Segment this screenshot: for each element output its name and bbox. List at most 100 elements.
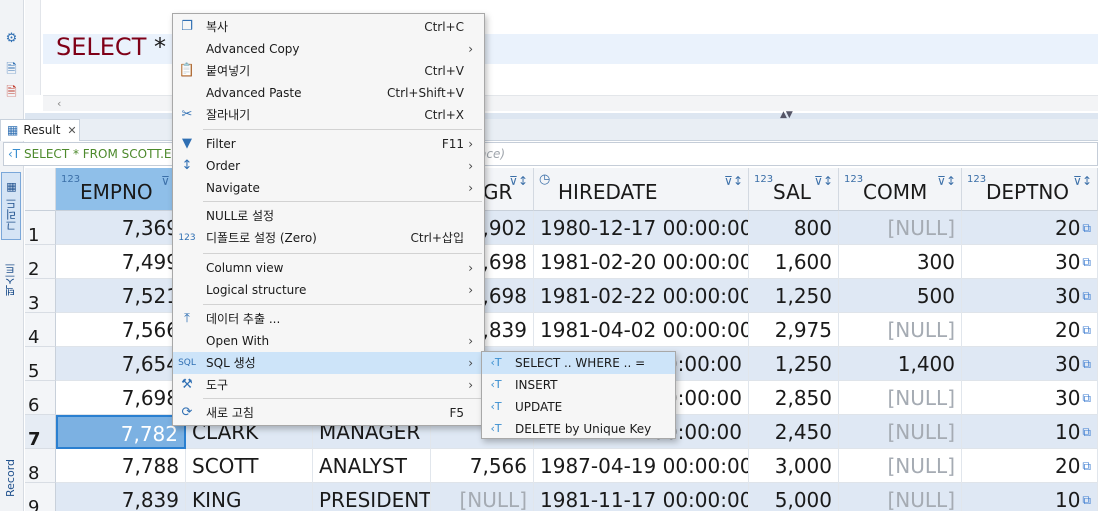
cell-sal[interactable]: 1,250 bbox=[749, 347, 839, 381]
cell-empno[interactable]: 7,654 bbox=[56, 347, 186, 381]
cell-empno[interactable]: 7,698 bbox=[56, 381, 186, 415]
table-row[interactable]: 7,839 KING PRESIDENT [NULL] 1981-11-17 00:00… bbox=[56, 483, 1098, 511]
menu-item[interactable]: ▼ Filter F11 › bbox=[173, 133, 484, 155]
cell-sal[interactable]: 2,450 bbox=[749, 415, 839, 449]
row-number[interactable]: 3 bbox=[25, 279, 56, 313]
cell-deptno[interactable]: 20 ⧉ bbox=[962, 211, 1098, 245]
row-number[interactable]: 7 bbox=[25, 415, 56, 449]
foreign-key-link-icon[interactable]: ⧉ bbox=[1082, 493, 1091, 507]
row-number[interactable]: 2 bbox=[25, 245, 56, 279]
cell-sal[interactable]: 800 bbox=[749, 211, 839, 245]
cell-deptno[interactable]: 30 ⧉ bbox=[962, 347, 1098, 381]
script-icon[interactable]: 🗎 bbox=[3, 61, 20, 78]
filter-input[interactable]: ‹T SELECT * FROM SCOTT.EM ace) bbox=[3, 142, 1098, 166]
gear-icon[interactable]: ⚙ bbox=[3, 30, 20, 47]
cell-job[interactable]: ANALYST bbox=[313, 449, 431, 483]
foreign-key-link-icon[interactable]: ⧉ bbox=[1082, 357, 1091, 371]
cell-mgr[interactable]: [NULL] bbox=[431, 483, 534, 511]
cell-empno[interactable]: 7,499 bbox=[56, 245, 186, 279]
foreign-key-link-icon[interactable]: ⧉ bbox=[1082, 459, 1091, 473]
foreign-key-link-icon[interactable]: ⧉ bbox=[1082, 391, 1091, 405]
menu-item[interactable]: ✂ 잘라내기 Ctrl+X bbox=[173, 104, 484, 126]
foreign-key-link-icon[interactable]: ⧉ bbox=[1082, 255, 1091, 269]
menu-item[interactable]: 123 디폴트로 설정 (Zero) Ctrl+삽입 bbox=[173, 227, 484, 249]
cell-sal[interactable]: 3,000 bbox=[749, 449, 839, 483]
sort-filter-icon[interactable]: ⊽↕ bbox=[724, 174, 743, 188]
menu-item[interactable]: Logical structure › bbox=[173, 279, 484, 301]
menu-item[interactable]: ⤒ 데이터 추출 ... bbox=[173, 308, 484, 330]
column-header-hiredate[interactable]: ◷ HIREDATE ⊽↕ bbox=[534, 168, 749, 211]
menu-item[interactable]: NULL로 설정 bbox=[173, 205, 484, 227]
cell-ename[interactable]: SCOTT bbox=[186, 449, 313, 483]
menu-item[interactable]: Column view › bbox=[173, 257, 484, 279]
sort-filter-icon[interactable]: ⊽↕ bbox=[937, 174, 956, 188]
cell-empno[interactable]: 7,788 bbox=[56, 449, 186, 483]
cell-empno[interactable]: 7,521 bbox=[56, 279, 186, 313]
cell-comm[interactable]: [NULL] bbox=[839, 415, 962, 449]
cell-hiredate[interactable]: 1987-04-19 00:00:00 bbox=[534, 449, 749, 483]
cell-deptno[interactable]: 30 ⧉ bbox=[962, 245, 1098, 279]
cell-mgr[interactable]: 7,566 bbox=[431, 449, 534, 483]
foreign-key-link-icon[interactable]: ⧉ bbox=[1082, 289, 1091, 303]
tab-record[interactable]: Record bbox=[1, 448, 21, 508]
menu-item[interactable]: Advanced Copy › bbox=[173, 38, 484, 60]
menu-item[interactable]: ❐ 복사 Ctrl+C bbox=[173, 16, 484, 38]
cell-sal[interactable]: 1,250 bbox=[749, 279, 839, 313]
row-number[interactable]: 4 bbox=[25, 313, 56, 347]
cell-deptno[interactable]: 20 ⧉ bbox=[962, 449, 1098, 483]
tab-result[interactable]: ▦ Result ✕ bbox=[0, 119, 80, 141]
tab-text[interactable]: 텍스트 bbox=[1, 250, 21, 310]
cell-empno[interactable]: 7,369 bbox=[56, 211, 186, 245]
menu-item[interactable]: Advanced Paste Ctrl+Shift+V bbox=[173, 82, 484, 104]
menu-item[interactable]: SQL SQL 생성 › bbox=[173, 352, 484, 374]
foreign-key-link-icon[interactable]: ⧉ bbox=[1082, 425, 1091, 439]
cell-comm[interactable]: 1,400 bbox=[839, 347, 962, 381]
cell-empno[interactable]: 7,839 bbox=[56, 483, 186, 511]
cell-hiredate[interactable]: 1981-02-20 00:00:00 bbox=[534, 245, 749, 279]
submenu-item[interactable]: ‹T DELETE by Unique Key bbox=[482, 418, 675, 440]
column-header-empno[interactable]: 123 EMPNO ⊽↕ bbox=[56, 168, 186, 211]
cell-comm[interactable]: 300 bbox=[839, 245, 962, 279]
row-number[interactable]: 8 bbox=[25, 449, 56, 483]
close-icon[interactable]: ✕ bbox=[67, 124, 76, 137]
sort-filter-icon[interactable]: ⊽↕ bbox=[1073, 174, 1092, 188]
cell-deptno[interactable]: 20 ⧉ bbox=[962, 313, 1098, 347]
submenu-item[interactable]: ‹T UPDATE bbox=[482, 396, 675, 418]
cell-comm[interactable]: [NULL] bbox=[839, 211, 962, 245]
cell-deptno[interactable]: 30 ⧉ bbox=[962, 279, 1098, 313]
column-header-deptno[interactable]: 123 DEPTNO ⊽↕ bbox=[962, 168, 1098, 211]
cell-sal[interactable]: 2,975 bbox=[749, 313, 839, 347]
cell-hiredate[interactable]: 1980-12-17 00:00:00 bbox=[534, 211, 749, 245]
sort-filter-icon[interactable]: ⊽↕ bbox=[814, 174, 833, 188]
row-number[interactable]: 9 bbox=[25, 483, 56, 511]
cell-comm[interactable]: [NULL] bbox=[839, 483, 962, 511]
sort-filter-icon[interactable]: ⊽↕ bbox=[509, 174, 528, 188]
cell-comm[interactable]: 500 bbox=[839, 279, 962, 313]
cell-deptno[interactable]: 30 ⧉ bbox=[962, 381, 1098, 415]
cell-empno[interactable]: 7,566 bbox=[56, 313, 186, 347]
row-number[interactable]: 6 bbox=[25, 381, 56, 415]
cell-hiredate[interactable]: 1981-11-17 00:00:00 bbox=[534, 483, 749, 511]
table-row[interactable]: 7,788 SCOTT ANALYST 7,566 1987-04-19 00:00:0… bbox=[56, 449, 1098, 483]
submenu-item[interactable]: ‹T INSERT bbox=[482, 374, 675, 396]
cell-sal[interactable]: 5,000 bbox=[749, 483, 839, 511]
cell-deptno[interactable]: 10 ⧉ bbox=[962, 483, 1098, 511]
menu-item[interactable]: ⚒ 도구 › bbox=[173, 374, 484, 396]
menu-item[interactable]: 📋 붙여넣기 Ctrl+V bbox=[173, 60, 484, 82]
cell-sal[interactable]: 2,850 bbox=[749, 381, 839, 415]
menu-item[interactable]: Open With › bbox=[173, 330, 484, 352]
menu-item[interactable]: Navigate › bbox=[173, 177, 484, 199]
menu-item[interactable]: ↕ Order › bbox=[173, 155, 484, 177]
scroll-left-icon[interactable]: ‹ bbox=[57, 96, 61, 112]
row-number[interactable]: 5 bbox=[25, 347, 56, 381]
cell-comm[interactable]: [NULL] bbox=[839, 313, 962, 347]
row-number[interactable]: 1 bbox=[25, 211, 56, 245]
cell-job[interactable]: PRESIDENT bbox=[313, 483, 431, 511]
column-header-comm[interactable]: 123 COMM ⊽↕ bbox=[839, 168, 962, 211]
menu-item[interactable]: ⟳ 새로 고침 F5 bbox=[173, 402, 484, 424]
cell-sal[interactable]: 1,600 bbox=[749, 245, 839, 279]
tab-grid[interactable]: 그리드 ▦ bbox=[1, 172, 21, 240]
submenu-item[interactable]: ‹T SELECT .. WHERE .. = bbox=[482, 352, 675, 374]
cell-comm[interactable]: [NULL] bbox=[839, 449, 962, 483]
cell-hiredate[interactable]: 1981-04-02 00:00:00 bbox=[534, 313, 749, 347]
